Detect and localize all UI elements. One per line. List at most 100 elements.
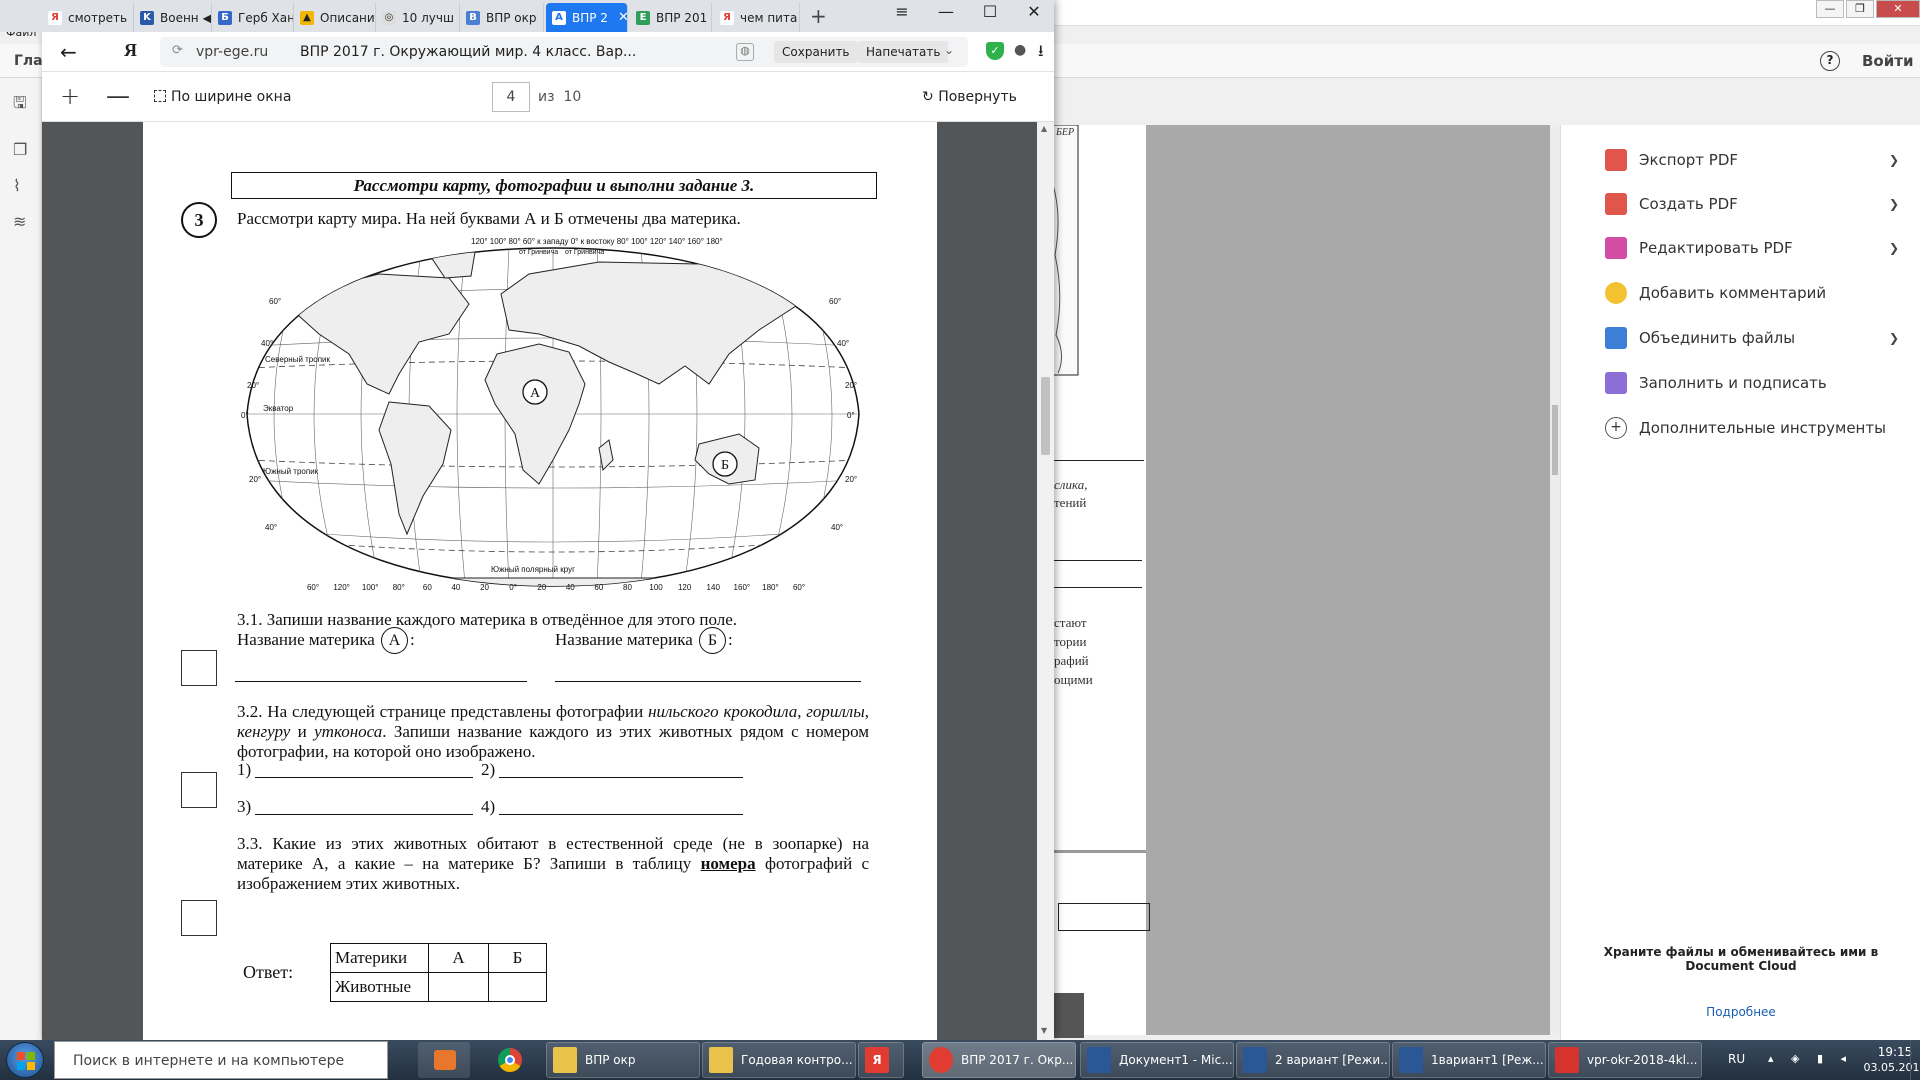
- show-desktop-button[interactable]: [1910, 1040, 1920, 1080]
- pdf-scrollbar[interactable]: ▲ ▼: [1037, 122, 1054, 1040]
- scroll-up-icon[interactable]: ▲: [1041, 124, 1047, 133]
- start-button[interactable]: [6, 1042, 44, 1078]
- tool-edit-pdf[interactable]: Редактировать PDF: [1605, 233, 1793, 263]
- taskbar-app[interactable]: vpr-okr-2018-4kl...: [1548, 1042, 1702, 1078]
- tool-create-pdf[interactable]: Создать PDF: [1605, 189, 1738, 219]
- sign-in-button[interactable]: Войти: [1862, 52, 1913, 70]
- save-icon[interactable]: 🖫: [13, 92, 31, 112]
- fit-width-icon: [154, 90, 166, 102]
- answer-line-1[interactable]: [255, 777, 473, 778]
- tab[interactable]: Ясмотреть: [42, 3, 134, 32]
- zoom-out-icon[interactable]: —: [106, 82, 130, 110]
- answer-cell-b[interactable]: [488, 972, 547, 1002]
- tab[interactable]: ▲ Описани: [294, 3, 376, 32]
- tab[interactable]: Е ВПР 201: [630, 3, 712, 32]
- answer-line-b[interactable]: [555, 681, 861, 682]
- chrome-icon[interactable]: [484, 1042, 536, 1078]
- alice-voice-icon[interactable]: ●: [1014, 42, 1026, 58]
- q2-sep: ,: [864, 702, 869, 721]
- browser-window-controls: ≡ — ☐ ✕: [880, 2, 1056, 21]
- protect-shield-icon[interactable]: ✓: [986, 42, 1004, 60]
- acrobat-map-edge: [1050, 125, 1079, 376]
- taskbar-search[interactable]: Поиск в интернете и на компьютере: [54, 1041, 388, 1079]
- taskbar-app-active[interactable]: ВПР 2017 г. Окр...: [922, 1042, 1076, 1078]
- close-icon[interactable]: ✕: [1876, 0, 1920, 18]
- taskbar-app[interactable]: 1вариант1 [Реж...: [1392, 1042, 1546, 1078]
- chevron-down-icon[interactable]: ❯: [1889, 241, 1899, 255]
- tab-label: 10 лучш: [402, 10, 454, 25]
- chevron-down-icon[interactable]: ❯: [1889, 197, 1899, 211]
- answer-cell-a[interactable]: [428, 972, 489, 1002]
- answer-line-2[interactable]: [499, 777, 743, 778]
- answer-line-4[interactable]: [499, 814, 743, 815]
- map-top-sub-right: от Гринвича: [565, 249, 604, 256]
- tool-export-pdf[interactable]: Экспорт PDF: [1605, 145, 1738, 175]
- taskbar-app[interactable]: ВПР окр: [546, 1042, 700, 1078]
- tool-more-tools[interactable]: + Дополнительные инструменты: [1605, 413, 1886, 443]
- reader-mode-icon[interactable]: ◍: [736, 43, 754, 61]
- media-player-icon[interactable]: [418, 1042, 470, 1078]
- lat-label: 0°: [847, 411, 855, 420]
- tab-active[interactable]: A ВПР 2 ✕: [546, 3, 628, 32]
- help-icon[interactable]: ?: [1820, 51, 1840, 71]
- page-count: из 10: [538, 89, 581, 105]
- rotate-button[interactable]: ↻ Повернуть: [922, 89, 1017, 105]
- scroll-down-icon[interactable]: ▼: [1041, 1026, 1047, 1035]
- answer-line-a[interactable]: [235, 681, 527, 682]
- chevron-down-icon[interactable]: ⌄: [944, 43, 954, 57]
- address-bar-row: ← Я ⟳ vpr-ege.ru ВПР 2017 г. Окружающий …: [42, 32, 1054, 72]
- new-tab-button[interactable]: +: [810, 4, 827, 28]
- minimize-icon[interactable]: —: [924, 2, 968, 21]
- acrobat-scrollbar[interactable]: [1550, 125, 1560, 1035]
- tool-combine-files[interactable]: Объединить файлы: [1605, 323, 1795, 353]
- speaker-icon[interactable]: ◀: [203, 11, 211, 25]
- lon-tick-label: 60: [423, 583, 432, 592]
- download-icon[interactable]: ⭳: [1038, 40, 1044, 67]
- lon-tick-label: 60°: [793, 583, 805, 592]
- continent-b-label: Название материка Б:: [555, 627, 733, 654]
- chevron-down-icon[interactable]: ❯: [1889, 153, 1899, 167]
- tab[interactable]: K Военн ◀: [134, 3, 212, 32]
- address-bar[interactable]: ⟳ vpr-ege.ru ВПР 2017 г. Окружающий мир.…: [160, 37, 968, 67]
- fit-width-button[interactable]: По ширине окна: [154, 89, 291, 105]
- close-icon[interactable]: ✕: [1012, 2, 1056, 21]
- total-pages: 10: [563, 89, 582, 105]
- tool-add-comment[interactable]: Добавить комментарий: [1605, 278, 1826, 308]
- zoom-in-icon[interactable]: +: [60, 82, 80, 110]
- scrollbar-thumb[interactable]: [1041, 377, 1050, 455]
- cloud-learn-more-link[interactable]: Подробнее: [1591, 1005, 1891, 1019]
- page-number-input[interactable]: 4: [492, 82, 530, 112]
- scrollbar-thumb[interactable]: [1552, 405, 1558, 475]
- acrobat-home-tab[interactable]: Гла: [14, 53, 43, 69]
- reload-icon[interactable]: ⟳: [172, 43, 183, 58]
- taskbar-app[interactable]: Документ1 - Mic...: [1080, 1042, 1234, 1078]
- tab[interactable]: Б Герб Хан: [212, 3, 294, 32]
- lon-tick-label: 120°: [333, 583, 350, 592]
- minimize-icon[interactable]: —: [1816, 0, 1844, 18]
- chevron-down-icon[interactable]: ❯: [1889, 331, 1899, 345]
- continent-a-circle: А: [381, 627, 408, 654]
- maximize-icon[interactable]: ☐: [968, 2, 1012, 21]
- tool-fill-sign[interactable]: Заполнить и подписать: [1605, 368, 1827, 398]
- save-page-button[interactable]: Сохранить: [774, 41, 858, 63]
- close-tab-icon[interactable]: ✕: [618, 10, 627, 25]
- yandex-logo[interactable]: Я: [124, 40, 137, 61]
- tab[interactable]: ◎ 10 лучш: [376, 3, 460, 32]
- colon: :: [410, 630, 415, 649]
- menu-icon[interactable]: ≡: [880, 2, 924, 21]
- back-arrow-icon[interactable]: ←: [60, 40, 77, 64]
- tab[interactable]: В ВПР окр: [460, 3, 544, 32]
- restore-icon[interactable]: ❐: [1846, 0, 1874, 18]
- attachment-icon[interactable]: ⌇: [13, 176, 31, 196]
- tray-icons[interactable]: ▴ ◈ ▮ ◂: [1768, 1052, 1853, 1065]
- taskbar-app[interactable]: Я: [858, 1042, 904, 1078]
- taskbar-app[interactable]: Годовая контро...: [702, 1042, 856, 1078]
- tab[interactable]: Ячем пита: [714, 3, 800, 32]
- pages-icon[interactable]: ❐: [13, 140, 31, 160]
- answer-line-3[interactable]: [255, 814, 473, 815]
- lon-tick-label: 40: [451, 583, 460, 592]
- print-button[interactable]: Напечатать: [858, 41, 949, 63]
- language-indicator[interactable]: RU: [1728, 1052, 1745, 1066]
- taskbar-app[interactable]: 2 вариант [Режи...: [1236, 1042, 1390, 1078]
- layers-icon[interactable]: ≋: [13, 212, 31, 232]
